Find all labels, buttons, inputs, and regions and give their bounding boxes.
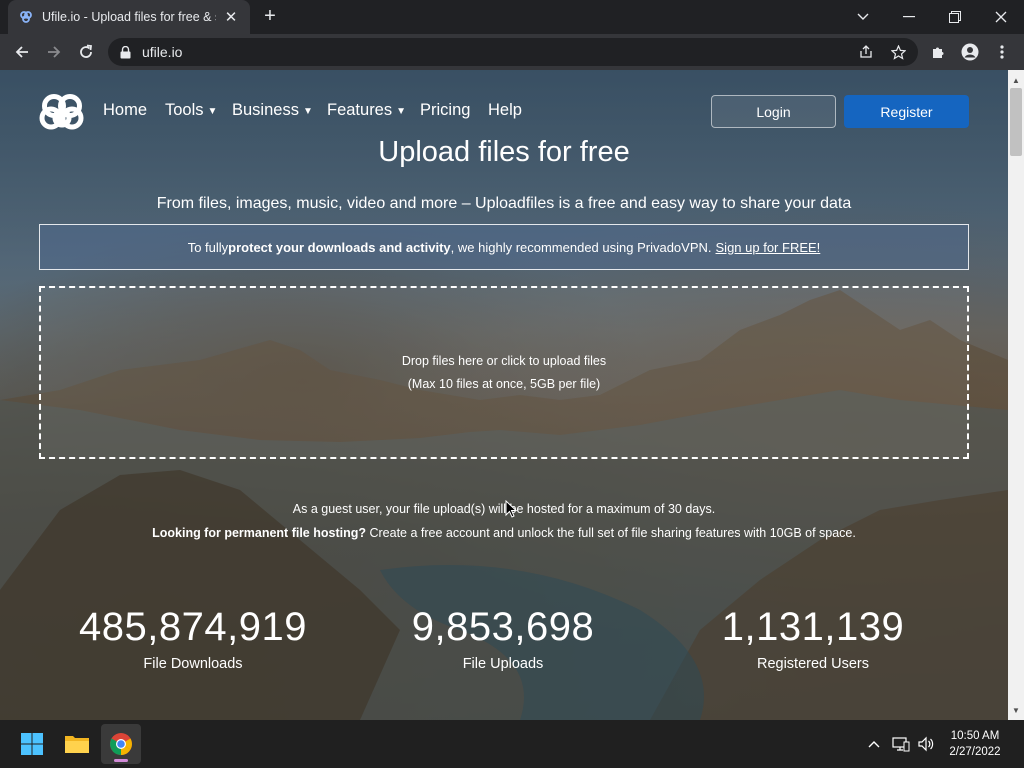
nav-tools[interactable]: Tools ▼ [165,101,217,120]
address-bar[interactable]: ufile.io [108,38,918,66]
lock-icon[interactable] [118,45,132,59]
page-scrollbar[interactable]: ▲ ▼ [1008,70,1024,720]
chrome-taskbar-icon[interactable] [101,724,141,764]
chevron-down-icon: ▼ [396,106,407,117]
vpn-signup-link[interactable]: Sign up for FREE! [716,240,821,255]
network-icon[interactable] [891,734,911,754]
file-upload-dropzone[interactable]: Drop files here or click to upload files… [39,286,969,459]
dropzone-instruction: Drop files here or click to upload files [401,353,607,368]
tab-title: Ufile.io - Upload files for free & s [42,10,216,24]
permanent-hosting-text: Create a free account and unlock the ful… [366,526,856,540]
nav-business[interactable]: Business ▼ [232,101,313,120]
back-icon[interactable] [8,38,36,66]
reload-icon[interactable] [72,38,100,66]
stat-label: Registered Users [756,656,869,672]
stat-registered-users: 1,131,139 Registered Users [658,605,968,672]
clock-date: 2/27/2022 [949,746,1001,758]
page-viewport: Home Tools ▼ Business ▼ Features ▼ Prici… [0,70,1008,720]
close-window-icon[interactable] [978,0,1024,34]
stat-value: 1,131,139 [721,605,905,649]
volume-icon[interactable] [916,734,936,754]
dropzone-limits: (Max 10 files at once, 5GB per file) [407,376,601,391]
nav-features[interactable]: Features ▼ [327,101,406,120]
login-button[interactable]: Login [711,95,836,128]
page-title: Upload files for free [378,136,630,168]
stat-value: 485,874,919 [79,605,307,649]
nav-pricing[interactable]: Pricing [420,101,470,120]
nav-home[interactable]: Home [103,101,147,120]
share-icon[interactable] [858,44,874,60]
stat-label: File Downloads [143,656,243,672]
mouse-cursor-icon [505,500,517,518]
restore-icon[interactable] [932,0,978,34]
tray-chevron-up-icon[interactable] [864,734,884,754]
nav-home-label: Home [103,101,148,119]
vpn-banner-middle: , we highly recommended using PrivadoVPN… [450,239,712,255]
tab-search-icon[interactable] [840,0,886,34]
browser-tab[interactable]: Ufile.io - Upload files for free & s ✕ [8,0,250,34]
tab-close-icon[interactable]: ✕ [222,8,240,26]
active-app-indicator [114,759,128,762]
vpn-banner-prefix: To fully [187,239,229,255]
browser-tab-strip: Ufile.io - Upload files for free & s ✕ + [0,0,1024,34]
scroll-thumb[interactable] [1010,88,1022,156]
profile-icon[interactable] [956,38,984,66]
register-button[interactable]: Register [844,95,969,128]
guest-retention-note: As a guest user, your file upload(s) wil… [292,502,716,516]
clock-time: 10:50 AM [950,730,1000,742]
nav-tools-label: Tools [165,101,204,119]
extensions-icon[interactable] [924,38,952,66]
ufile-favicon-icon [18,9,34,25]
permanent-hosting-note: Looking for permanent file hosting? Crea… [0,526,1008,540]
vpn-banner-bold: protect your downloads and activity [228,239,451,255]
forward-icon[interactable] [40,38,68,66]
nav-business-label: Business [232,101,299,119]
system-clock[interactable]: 10:50 AM 2/27/2022 [940,728,1010,760]
nav-help[interactable]: Help [488,101,522,120]
windows-start-icon[interactable] [12,724,52,764]
stat-label: File Uploads [462,656,544,672]
ufile-logo-icon[interactable] [38,94,86,130]
file-explorer-icon[interactable] [57,724,97,764]
nav-pricing-label: Pricing [420,101,471,119]
bookmark-star-icon[interactable] [890,44,906,60]
browser-toolbar: ufile.io [0,34,1024,70]
vpn-promo-banner: To fully protect your downloads and acti… [39,224,969,270]
url-text: ufile.io [142,44,183,60]
minimize-icon[interactable] [886,0,932,34]
menu-kebab-icon[interactable] [988,38,1016,66]
permanent-hosting-heading: Looking for permanent file hosting? [152,526,366,540]
new-tab-icon[interactable]: + [259,6,281,28]
chevron-down-icon: ▼ [302,106,313,117]
scroll-up-icon[interactable]: ▲ [1008,72,1024,88]
windows-taskbar: 10:50 AM 2/27/2022 [0,720,1024,768]
stat-value: 9,853,698 [411,605,595,649]
stat-file-downloads: 485,874,919 File Downloads [38,605,348,672]
scroll-down-icon[interactable]: ▼ [1008,702,1024,718]
nav-features-label: Features [327,101,393,119]
chevron-down-icon: ▼ [207,106,218,117]
nav-help-label: Help [488,101,522,119]
stat-file-uploads: 9,853,698 File Uploads [348,605,658,672]
page-subtitle: From files, images, music, video and mor… [156,195,852,212]
